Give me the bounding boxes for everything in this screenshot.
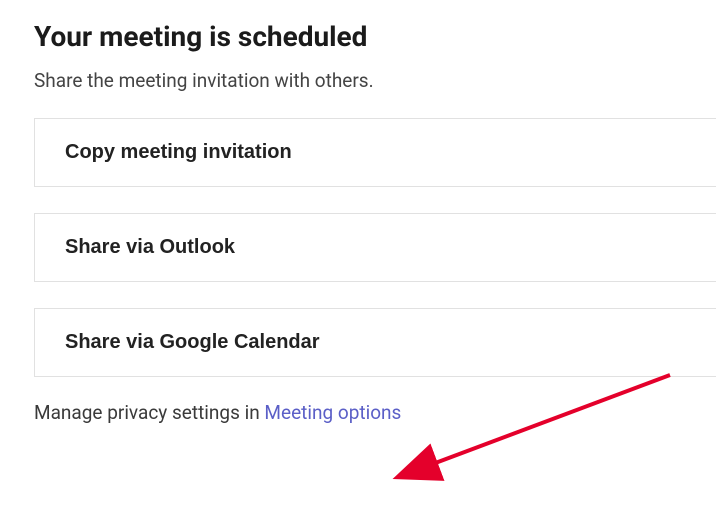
privacy-settings-text: Manage privacy settings in Meeting optio… xyxy=(34,401,716,424)
share-google-calendar-button[interactable]: Share via Google Calendar xyxy=(34,308,716,377)
dialog-subheading: Share the meeting invitation with others… xyxy=(34,69,716,92)
copy-invitation-button[interactable]: Copy meeting invitation xyxy=(34,118,716,187)
meeting-options-link[interactable]: Meeting options xyxy=(264,401,401,424)
privacy-prefix-text: Manage privacy settings in xyxy=(34,401,264,424)
share-outlook-button[interactable]: Share via Outlook xyxy=(34,213,716,282)
dialog-heading: Your meeting is scheduled xyxy=(34,20,716,53)
